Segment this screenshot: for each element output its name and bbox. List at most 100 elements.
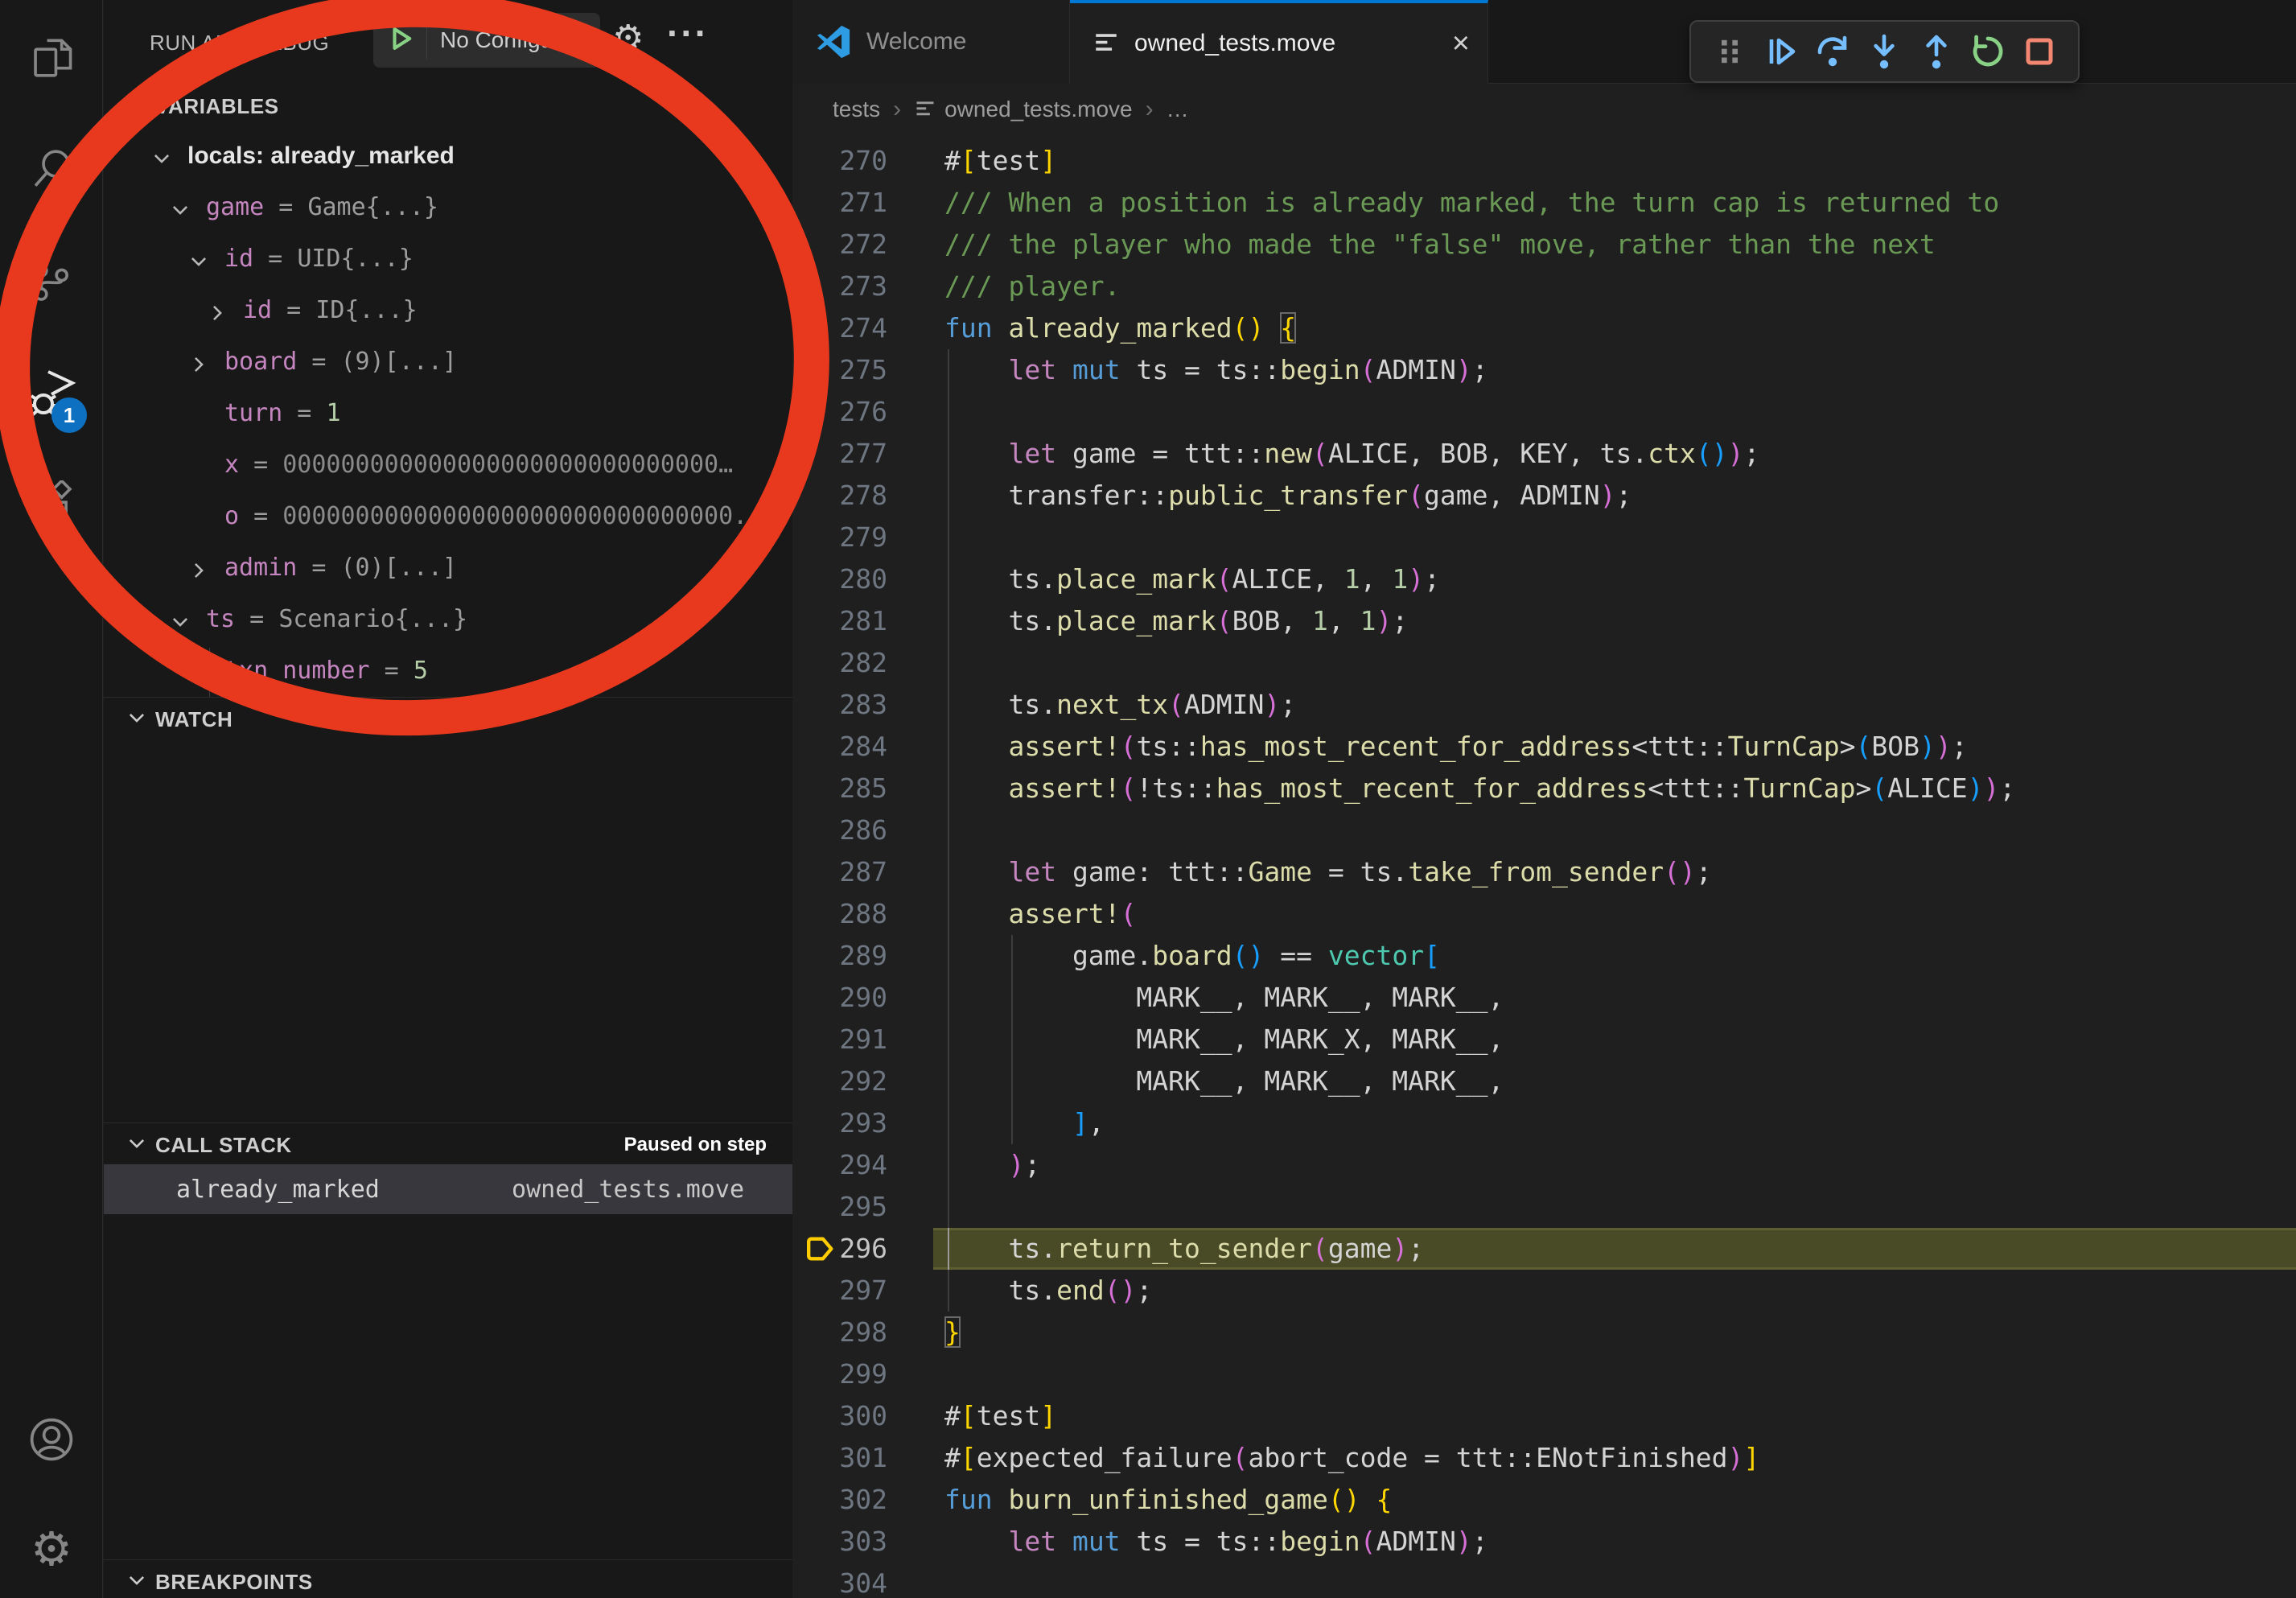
- code-line[interactable]: 275 let mut ts = ts::begin(ADMIN);: [792, 349, 2296, 391]
- line-number[interactable]: 276: [792, 391, 887, 433]
- restart-icon[interactable]: [1967, 31, 2009, 72]
- code-line[interactable]: 280 ts.place_mark(ALICE, 1, 1);: [792, 558, 2296, 600]
- line-number[interactable]: 302: [792, 1479, 887, 1521]
- account-icon[interactable]: [0, 1398, 103, 1481]
- variable-row[interactable]: txn_number = 5: [104, 647, 792, 697]
- code-line[interactable]: 297 ts.end();: [792, 1270, 2296, 1312]
- code-line[interactable]: 290 MARK__, MARK__, MARK__,: [792, 977, 2296, 1019]
- code-line[interactable]: 302fun burn_unfinished_game() {: [792, 1479, 2296, 1521]
- stop-icon[interactable]: [2018, 31, 2060, 72]
- line-number[interactable]: 284: [792, 726, 887, 768]
- line-number[interactable]: 278: [792, 475, 887, 517]
- code-line[interactable]: 303 let mut ts = ts::begin(ADMIN);: [792, 1521, 2296, 1563]
- line-number[interactable]: 290: [792, 977, 887, 1019]
- variable-row[interactable]: admin = (0)[...]: [104, 544, 792, 595]
- line-number[interactable]: 304: [792, 1563, 887, 1598]
- toolbar-drag-grip[interactable]: [1709, 31, 1751, 72]
- line-number[interactable]: 275: [792, 349, 887, 391]
- variable-row[interactable]: o = 0000000000000000000000000000000.: [104, 492, 792, 544]
- line-number[interactable]: 294: [792, 1144, 887, 1186]
- variable-row[interactable]: ts = Scenario{...}: [104, 595, 792, 647]
- line-number[interactable]: 285: [792, 768, 887, 809]
- search-icon[interactable]: [0, 126, 103, 210]
- call-stack-section-header[interactable]: CALL STACK Paused on step: [104, 1124, 792, 1166]
- line-number[interactable]: 289: [792, 935, 887, 977]
- variable-row[interactable]: id = ID{...}: [104, 286, 792, 338]
- variables-scope-row[interactable]: locals: already_marked: [104, 132, 792, 183]
- breakpoints-section-header[interactable]: BREAKPOINTS: [104, 1561, 792, 1598]
- line-number[interactable]: 271: [792, 182, 887, 224]
- chevron-down-icon[interactable]: [170, 611, 191, 639]
- code-line[interactable]: 279: [792, 517, 2296, 558]
- breadcrumb-item[interactable]: …: [1167, 97, 1189, 122]
- variable-row[interactable]: turn = 1: [104, 389, 792, 441]
- code-line[interactable]: 286: [792, 809, 2296, 851]
- line-number[interactable]: 279: [792, 517, 887, 558]
- chevron-down-icon[interactable]: [170, 199, 191, 227]
- code-line[interactable]: 277 let game = ttt::new(ALICE, BOB, KEY,…: [792, 433, 2296, 475]
- code-line[interactable]: 276: [792, 391, 2296, 433]
- line-number[interactable]: 280: [792, 558, 887, 600]
- line-number[interactable]: 277: [792, 433, 887, 475]
- chevron-right-icon[interactable]: [188, 353, 209, 381]
- code-line[interactable]: 284 assert!(ts::has_most_recent_for_addr…: [792, 726, 2296, 768]
- step-out-icon[interactable]: [1915, 31, 1957, 72]
- line-number[interactable]: 293: [792, 1102, 887, 1144]
- line-number[interactable]: 301: [792, 1437, 887, 1479]
- line-number[interactable]: 297: [792, 1270, 887, 1312]
- line-number[interactable]: 292: [792, 1061, 887, 1102]
- code-line[interactable]: 283 ts.next_tx(ADMIN);: [792, 684, 2296, 726]
- line-number[interactable]: 281: [792, 600, 887, 642]
- line-number[interactable]: 295: [792, 1186, 887, 1228]
- line-number[interactable]: 273: [792, 266, 887, 307]
- code-line[interactable]: 292 MARK__, MARK__, MARK__,: [792, 1061, 2296, 1102]
- code-line[interactable]: 274fun already_marked() {: [792, 307, 2296, 349]
- code-line[interactable]: 287 let game: ttt::Game = ts.take_from_s…: [792, 851, 2296, 893]
- code-line[interactable]: 273/// player.: [792, 266, 2296, 307]
- source-control-icon[interactable]: [0, 241, 103, 324]
- line-number[interactable]: 291: [792, 1019, 887, 1061]
- code-line[interactable]: 271/// When a position is already marked…: [792, 182, 2296, 224]
- code-line[interactable]: 301#[expected_failure(abort_code = ttt::…: [792, 1437, 2296, 1479]
- code-line[interactable]: 300#[test]: [792, 1395, 2296, 1437]
- call-stack-frame[interactable]: already_marked owned_tests.move: [104, 1164, 792, 1214]
- run-and-debug-icon[interactable]: 1: [0, 351, 103, 435]
- line-number[interactable]: 288: [792, 893, 887, 935]
- line-number[interactable]: 300: [792, 1395, 887, 1437]
- watch-section-header[interactable]: WATCH: [104, 698, 792, 740]
- code-line[interactable]: 291 MARK__, MARK_X, MARK__,: [792, 1019, 2296, 1061]
- code-line[interactable]: 272/// the player who made the "false" m…: [792, 224, 2296, 266]
- variable-row[interactable]: id = UID{...}: [104, 235, 792, 286]
- line-number[interactable]: 282: [792, 642, 887, 684]
- step-over-icon[interactable]: [1812, 31, 1854, 72]
- debug-settings-gear-icon[interactable]: ⚙: [612, 18, 644, 59]
- line-number[interactable]: 286: [792, 809, 887, 851]
- code-line[interactable]: 295: [792, 1186, 2296, 1228]
- variables-section-header[interactable]: VARIABLES: [104, 85, 792, 127]
- variable-row[interactable]: game = Game{...}: [104, 183, 792, 235]
- line-number[interactable]: 274: [792, 307, 887, 349]
- code-line[interactable]: 288 assert!(: [792, 893, 2296, 935]
- breadcrumb-item[interactable]: tests: [833, 97, 880, 122]
- code-line[interactable]: 285 assert!(!ts::has_most_recent_for_add…: [792, 768, 2296, 809]
- code-line[interactable]: 296 ts.return_to_sender(game);: [792, 1228, 2296, 1270]
- code-line[interactable]: 304: [792, 1563, 2296, 1598]
- code-line[interactable]: 281 ts.place_mark(BOB, 1, 1);: [792, 600, 2296, 642]
- chevron-down-icon[interactable]: [151, 147, 172, 175]
- start-debug-icon[interactable]: [388, 25, 415, 56]
- line-number[interactable]: 283: [792, 684, 887, 726]
- breadcrumb-item[interactable]: owned_tests.move: [914, 97, 1132, 122]
- explorer-icon[interactable]: [0, 16, 103, 100]
- close-icon[interactable]: ×: [1452, 28, 1470, 59]
- tab-owned-tests-move[interactable]: owned_tests.move ×: [1070, 0, 1488, 84]
- step-into-icon[interactable]: [1863, 31, 1905, 72]
- code-line[interactable]: 282: [792, 642, 2296, 684]
- code-line[interactable]: 299: [792, 1353, 2296, 1395]
- line-number[interactable]: 270: [792, 140, 887, 182]
- launch-config-dropdown[interactable]: No Configura: [373, 13, 600, 68]
- tab-welcome[interactable]: Welcome: [792, 0, 1070, 84]
- code-line[interactable]: 293 ],: [792, 1102, 2296, 1144]
- line-number[interactable]: 299: [792, 1353, 887, 1395]
- variable-row[interactable]: board = (9)[...]: [104, 338, 792, 389]
- chevron-down-icon[interactable]: [188, 250, 209, 278]
